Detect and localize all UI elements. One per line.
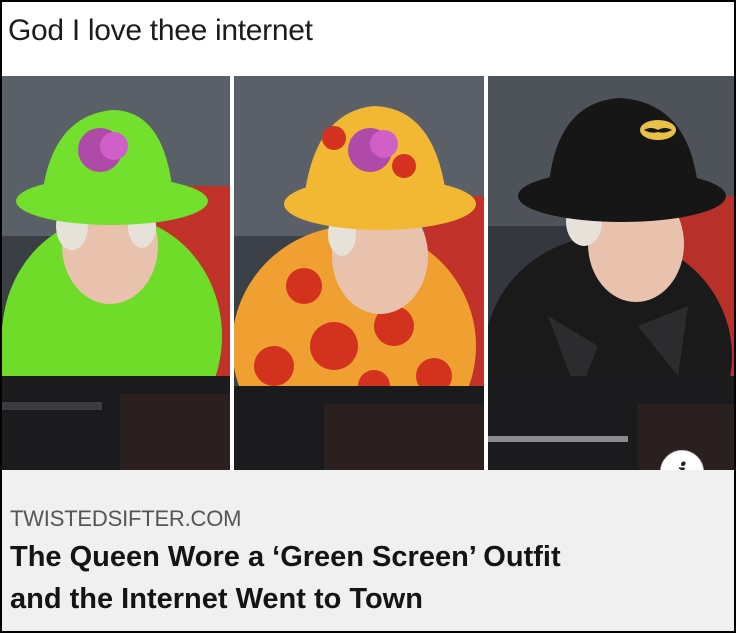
queen-pizza-outfit-image (234, 76, 484, 470)
link-title-line-2: and the Internet Went to Town (10, 583, 423, 615)
queen-green-outfit-image (2, 76, 230, 470)
link-preview[interactable]: TWISTEDSIFTER.COM The Queen Wore a ‘Gree… (2, 470, 734, 631)
media-image[interactable]: i (2, 76, 734, 494)
link-title-line-1: The Queen Wore a ‘Green Screen’ Outfit (10, 541, 561, 573)
post-card: God I love thee internet TWISTEDSIFTER.C… (2, 2, 734, 631)
image-panel-pizza (234, 76, 484, 470)
link-title[interactable]: The Queen Wore a ‘Green Screen’ Outfit a… (10, 536, 726, 620)
image-panel-green (2, 76, 230, 470)
link-source: TWISTEDSIFTER.COM (10, 506, 242, 531)
queen-batman-outfit-image (488, 76, 734, 470)
image-panel-batman (488, 76, 734, 470)
post-caption: God I love thee internet (8, 14, 313, 47)
